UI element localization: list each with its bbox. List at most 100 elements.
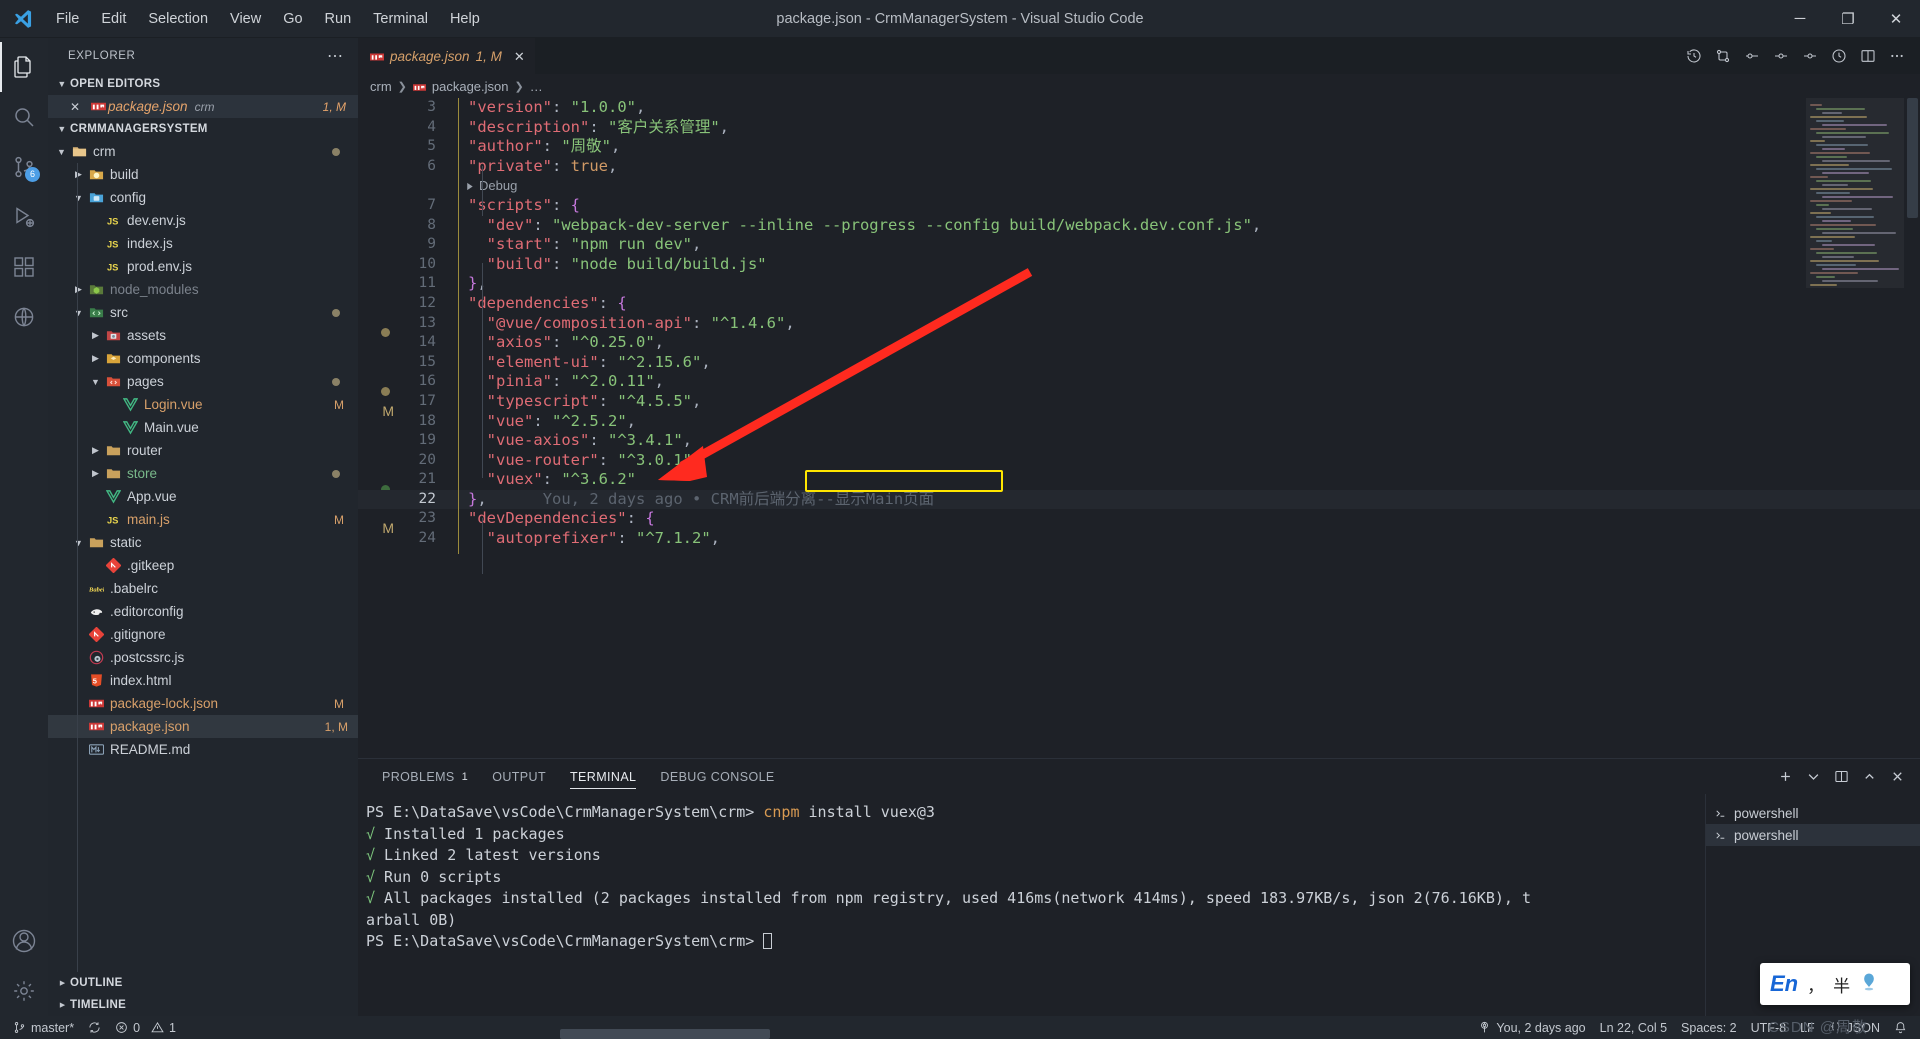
- close-button[interactable]: ✕: [1872, 0, 1920, 38]
- tab-debug-console[interactable]: DEBUG CONSOLE: [648, 759, 786, 794]
- debug-step-icon[interactable]: [1768, 43, 1794, 69]
- close-panel-icon[interactable]: [1884, 764, 1910, 790]
- tree-item-config[interactable]: ▼ config: [48, 186, 358, 209]
- status-bar[interactable]: master* 0 1 You, 2 days ago Ln 22, Col 5…: [0, 1016, 1920, 1039]
- chevron-right-icon[interactable]: ▶: [88, 330, 103, 341]
- terminal-output[interactable]: PS E:\DataSave\vsCode\CrmManagerSystem\c…: [358, 794, 1705, 1016]
- chevron-down-icon[interactable]: ▼: [54, 147, 69, 157]
- chevron-down-icon[interactable]: [1800, 764, 1826, 790]
- run-and-debug-icon[interactable]: [1739, 43, 1765, 69]
- panel-tab-bar[interactable]: PROBLEMS 1 OUTPUT TERMINAL DEBUG CONSOLE: [358, 759, 1920, 794]
- code-line-22[interactable]: 22}, You, 2 days ago • CRM前后端分离--显示Main页…: [358, 489, 1920, 510]
- menu-selection[interactable]: Selection: [138, 7, 218, 31]
- menu-terminal[interactable]: Terminal: [363, 7, 438, 31]
- breadcrumb-more[interactable]: …: [530, 79, 543, 94]
- tree-item-login-vue[interactable]: Login.vue M: [48, 393, 358, 416]
- code-line-10[interactable]: 10 "build": "node build/build.js": [358, 255, 1920, 275]
- minimap[interactable]: [1806, 98, 1918, 758]
- editor-tab-package-json[interactable]: package.json 1, M ✕: [358, 38, 535, 74]
- explorer-icon[interactable]: [0, 42, 48, 92]
- status-cursor-position[interactable]: Ln 22, Col 5: [1593, 1016, 1674, 1039]
- chevron-down-icon[interactable]: ▼: [71, 193, 86, 203]
- code-editor[interactable]: 3 "version": "1.0.0", 4 "description": "客户关…: [358, 98, 1920, 758]
- status-branch[interactable]: master*: [6, 1016, 81, 1039]
- breadcrumb[interactable]: crm ❯ package.json ❯ …: [358, 74, 1920, 98]
- project-header[interactable]: ▼ CRMMANAGERSYSTEM: [48, 118, 358, 140]
- tree-item-crm[interactable]: ▼ crm: [48, 140, 358, 163]
- tree-item-index-html[interactable]: 5 index.html: [48, 669, 358, 692]
- tree-item-pages[interactable]: ▼ pages: [48, 370, 358, 393]
- status-notifications[interactable]: [1887, 1016, 1914, 1039]
- status-indentation[interactable]: Spaces: 2: [1674, 1016, 1744, 1039]
- code-line-18[interactable]: 18 "vue": "^2.5.2",: [358, 412, 1920, 432]
- ime-punctuation[interactable]: ，: [1807, 972, 1824, 997]
- tree-item-router[interactable]: ▶ router: [48, 439, 358, 462]
- tree-item-dev-env-js[interactable]: JS dev.env.js: [48, 209, 358, 232]
- code-line-24[interactable]: 24 "autoprefixer": "^7.1.2",: [358, 529, 1920, 549]
- code-line-16[interactable]: 16 "pinia": "^2.0.11",: [358, 372, 1920, 397]
- preview-icon[interactable]: [1826, 43, 1852, 69]
- settings-gear-icon[interactable]: [0, 966, 48, 1016]
- chevron-right-icon[interactable]: ▶: [71, 284, 86, 295]
- tree-item--gitignore[interactable]: .gitignore: [48, 623, 358, 646]
- more-actions-icon[interactable]: [1884, 43, 1910, 69]
- status-problems[interactable]: 0 1: [108, 1016, 183, 1039]
- activity-bar[interactable]: 6: [0, 38, 48, 1016]
- split-terminal-icon[interactable]: [1828, 764, 1854, 790]
- code-line-23[interactable]: M 23 "devDependencies": {: [358, 509, 1920, 536]
- terminal-tab-powershell-1[interactable]: powershell: [1706, 802, 1920, 824]
- chevron-right-icon[interactable]: ▶: [88, 353, 103, 364]
- terminal-prompt[interactable]: PS E:\DataSave\vsCode\CrmManagerSystem\c…: [366, 931, 1705, 953]
- status-sync[interactable]: [81, 1016, 108, 1039]
- breadcrumb-package-json[interactable]: package.json: [432, 79, 509, 94]
- source-control-icon[interactable]: 6: [0, 142, 48, 192]
- code-line-6[interactable]: 6 "private": true,: [358, 157, 1920, 177]
- code-line-9[interactable]: 9 "start": "npm run dev",: [358, 235, 1920, 255]
- code-line-14[interactable]: 14 "axios": "^0.25.0",: [358, 333, 1920, 353]
- tree-item--postcssrc-js[interactable]: .postcssrc.js: [48, 646, 358, 669]
- editor-tab-bar[interactable]: package.json 1, M ✕: [358, 38, 1920, 74]
- menu-run[interactable]: Run: [315, 7, 362, 31]
- tree-item-package-lock-json[interactable]: package-lock.json M: [48, 692, 358, 715]
- timeline-history-icon[interactable]: [1681, 43, 1707, 69]
- tree-item-static[interactable]: ▼ static: [48, 531, 358, 554]
- ime-width-mode[interactable]: 半: [1833, 972, 1850, 997]
- code-line-5[interactable]: 5 "author": "周敬",: [358, 137, 1920, 157]
- extensions-icon[interactable]: [0, 242, 48, 292]
- tree-item-main-vue[interactable]: Main.vue: [48, 416, 358, 439]
- ime-indicator[interactable]: En ， 半: [1760, 963, 1910, 1005]
- tab-output[interactable]: OUTPUT: [480, 759, 558, 794]
- tree-item-prod-env-js[interactable]: JS prod.env.js: [48, 255, 358, 278]
- chevron-right-icon[interactable]: ▶: [71, 169, 86, 180]
- outline-section[interactable]: ▼ OUTLINE: [48, 972, 358, 994]
- compare-changes-icon[interactable]: [1710, 43, 1736, 69]
- tree-item-node-modules[interactable]: ▶ node_modules: [48, 278, 358, 301]
- chevron-right-icon[interactable]: ▶: [88, 445, 103, 456]
- maximize-panel-icon[interactable]: [1856, 764, 1882, 790]
- chevron-down-icon[interactable]: ▼: [71, 308, 86, 318]
- menu-go[interactable]: Go: [273, 7, 312, 31]
- tree-item--editorconfig[interactable]: .editorconfig: [48, 600, 358, 623]
- tree-item--gitkeep[interactable]: .gitkeep: [48, 554, 358, 577]
- tree-item-package-json[interactable]: package.json 1, M: [48, 715, 358, 738]
- code-line-15[interactable]: 15 "element-ui": "^2.15.6",: [358, 353, 1920, 373]
- terminal-tab-powershell-2[interactable]: powershell: [1706, 824, 1920, 846]
- code-line-11[interactable]: 11},: [358, 274, 1920, 294]
- chevron-down-icon[interactable]: ▼: [71, 538, 86, 548]
- tree-item--babelrc[interactable]: Babel .babelrc: [48, 577, 358, 600]
- tab-terminal[interactable]: TERMINAL: [558, 759, 648, 794]
- tree-item-build[interactable]: ▶ build: [48, 163, 358, 186]
- codelens-debug[interactable]: Debug: [358, 176, 1920, 196]
- code-line-13[interactable]: 13 "@vue/composition-api": "^1.4.6",: [358, 314, 1920, 338]
- menu-help[interactable]: Help: [440, 7, 490, 31]
- open-editors-header[interactable]: ▼ OPEN EDITORS: [48, 73, 358, 95]
- tree-item-components[interactable]: ▶ components: [48, 347, 358, 370]
- tab-problems[interactable]: PROBLEMS 1: [370, 759, 480, 794]
- code-line-19[interactable]: 19 "vue-axios": "^3.4.1",: [358, 431, 1920, 451]
- horizontal-scrollbar[interactable]: [560, 1029, 770, 1039]
- maximize-button[interactable]: ❐: [1824, 0, 1872, 38]
- tree-item-app-vue[interactable]: App.vue: [48, 485, 358, 508]
- menu-view[interactable]: View: [220, 7, 271, 31]
- chevron-right-icon[interactable]: ▶: [88, 468, 103, 479]
- breadcrumb-crm[interactable]: crm: [370, 79, 392, 94]
